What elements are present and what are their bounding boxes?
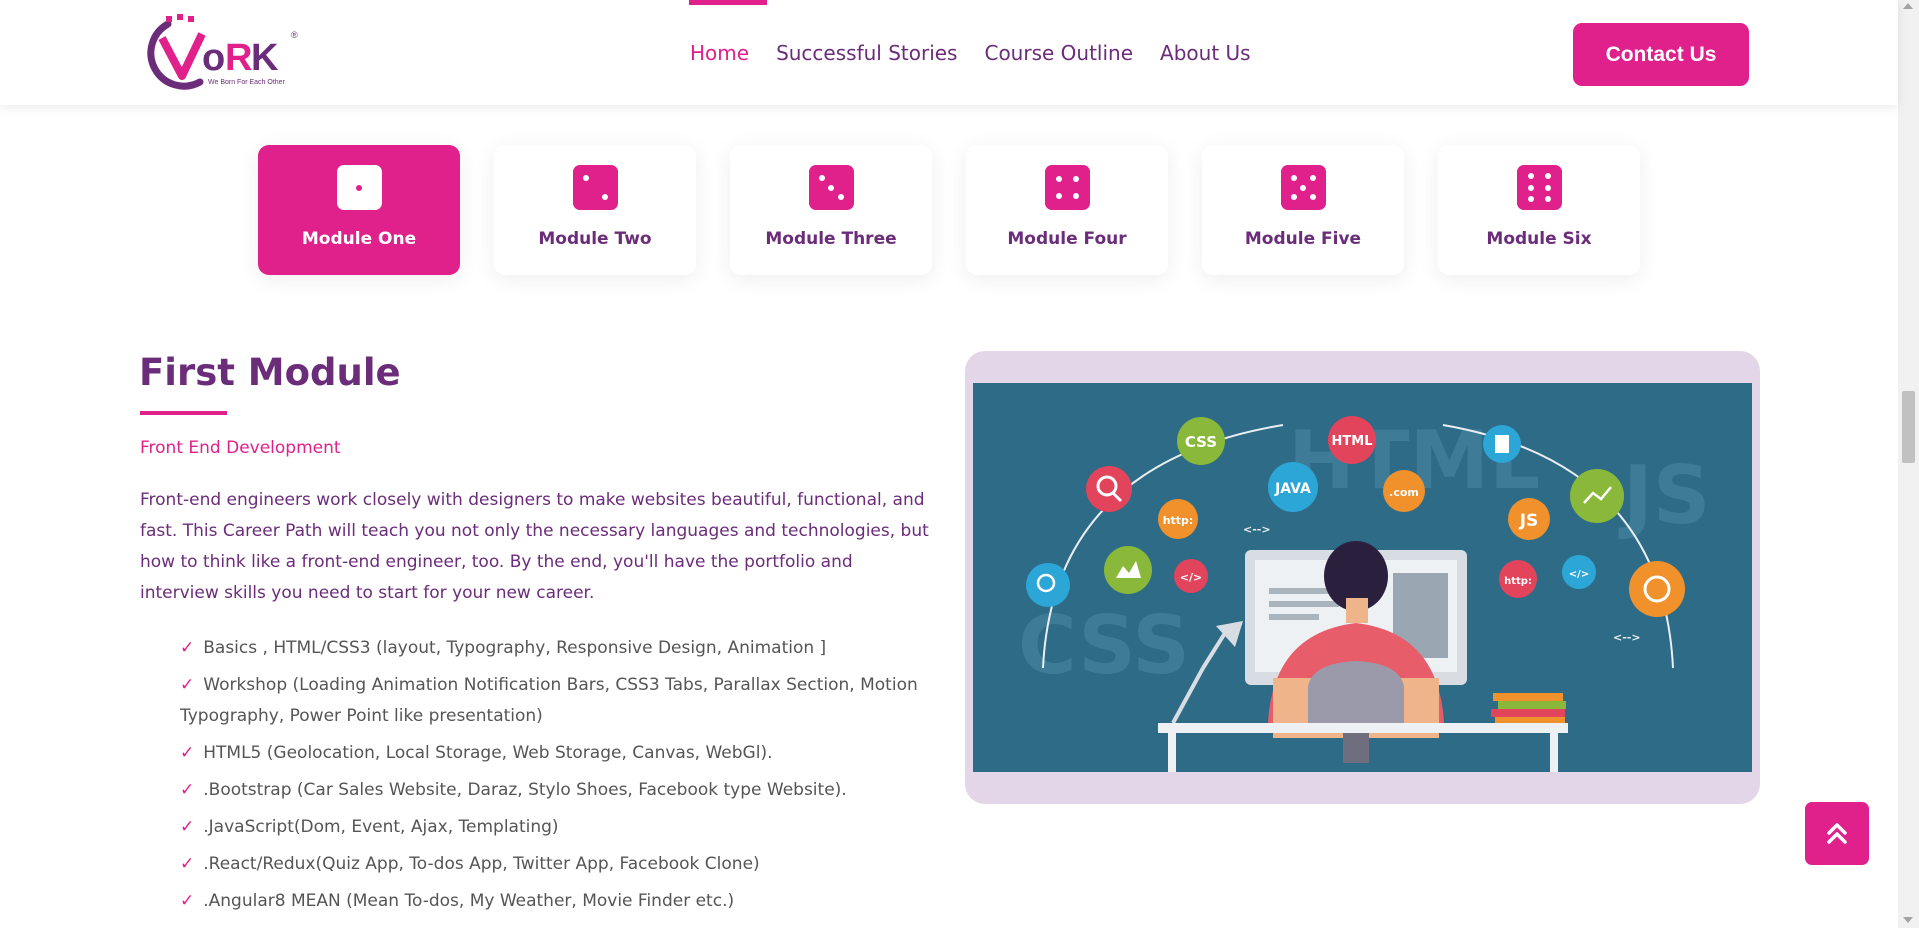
module-subtitle: Front End Development xyxy=(140,438,341,458)
topic-list: ✓ Basics , HTML/CSS3 (layout, Typography,… xyxy=(180,633,920,923)
svg-text:.com: .com xyxy=(1389,486,1419,499)
tab-module-two[interactable]: Module Two xyxy=(494,145,696,275)
dice-one-icon xyxy=(336,165,382,210)
scroll-down-arrow-icon[interactable] xyxy=(1903,917,1913,923)
module-label: Module Three xyxy=(765,229,897,249)
svg-text:CSS: CSS xyxy=(1185,433,1217,451)
check-icon: ✓ xyxy=(180,675,195,695)
svg-text:We Born For Each Other: We Born For Each Other xyxy=(208,79,286,86)
svg-text:<-->: <--> xyxy=(1613,631,1641,644)
svg-text:®: ® xyxy=(291,30,298,40)
svg-text:JAVA: JAVA xyxy=(1274,481,1311,497)
svg-text:<-->: <--> xyxy=(1243,523,1271,536)
nav-course-outline[interactable]: Course Outline xyxy=(984,41,1133,65)
check-icon: ✓ xyxy=(180,817,195,837)
double-chevron-up-icon xyxy=(1827,822,1847,844)
tab-module-one[interactable]: Module One xyxy=(258,145,460,275)
tab-module-four[interactable]: Module Four xyxy=(966,145,1168,275)
page-scrollbar[interactable] xyxy=(1898,0,1919,928)
main-nav: Home Successful Stories Course Outline A… xyxy=(690,0,1251,105)
dice-five-icon xyxy=(1280,165,1326,210)
svg-text:</>: </> xyxy=(1569,569,1589,580)
tab-module-three[interactable]: Module Three xyxy=(730,145,932,275)
svg-text:CSS: CSS xyxy=(1018,599,1190,692)
svg-text:HTML: HTML xyxy=(1332,434,1373,449)
nav-successful-stories[interactable]: Successful Stories xyxy=(776,41,957,65)
module-label: Module Four xyxy=(1007,229,1127,249)
svg-text:http:: http: xyxy=(1504,576,1532,587)
svg-text:R: R xyxy=(225,37,252,79)
logo-graphic: o R K ® We Born For Each Other xyxy=(147,14,298,90)
title-underline xyxy=(140,411,227,415)
module-label: Module Five xyxy=(1244,229,1362,249)
svg-text:</>: </> xyxy=(1180,571,1202,584)
list-item: ✓ .React/Redux(Quiz App, To-dos App, Twit… xyxy=(180,854,760,874)
svg-text:K: K xyxy=(251,37,279,79)
illustration-card: HTML CSS JS CSS HTML JAVA .com http: </>… xyxy=(965,351,1760,804)
check-icon: ✓ xyxy=(180,854,195,874)
contact-us-button[interactable]: Contact Us xyxy=(1573,23,1749,86)
tab-module-six[interactable]: Module Six xyxy=(1438,145,1640,275)
list-item: ✓ .Angular8 MEAN (Mean To-dos, My Weather… xyxy=(180,891,735,911)
list-item: ✓ Workshop (Loading Animation Notificatio… xyxy=(180,675,918,726)
dice-four-icon xyxy=(1044,165,1090,210)
module-description: Front-end engineers work closely with de… xyxy=(140,490,929,603)
dice-three-icon xyxy=(808,165,854,210)
list-item: ✓ .Bootstrap (Car Sales Website, Daraz, S… xyxy=(180,780,847,800)
site-header: o R K ® We Born For Each Other Home Succ… xyxy=(0,0,1898,105)
module-tabs: Module One Module Two Module Three Modul… xyxy=(258,145,1640,275)
front-end-illustration: HTML CSS JS CSS HTML JAVA .com http: </>… xyxy=(973,383,1752,772)
nav-about-us[interactable]: About Us xyxy=(1160,41,1251,65)
module-title: First Module xyxy=(139,351,401,394)
nav-home[interactable]: Home xyxy=(690,41,749,65)
check-icon: ✓ xyxy=(180,638,195,658)
back-to-top-button[interactable] xyxy=(1805,802,1869,865)
list-item: ✓ .JavaScript(Dom, Event, Ajax, Templatin… xyxy=(180,817,559,837)
brand-logo[interactable]: o R K ® We Born For Each Other xyxy=(140,12,310,94)
svg-text:o: o xyxy=(202,37,225,79)
svg-text:JS: JS xyxy=(1618,449,1710,542)
svg-text:http:: http: xyxy=(1163,514,1194,527)
check-icon: ✓ xyxy=(180,780,195,800)
scrollbar-thumb[interactable] xyxy=(1902,391,1915,463)
scroll-up-arrow-icon[interactable] xyxy=(1903,3,1913,9)
module-label: Module Six xyxy=(1486,229,1592,249)
svg-text:JS: JS xyxy=(1519,511,1539,531)
module-label: Module One xyxy=(301,229,417,249)
module-label: Module Two xyxy=(538,229,652,249)
check-icon: ✓ xyxy=(180,891,195,911)
check-icon: ✓ xyxy=(180,743,195,763)
dice-two-icon xyxy=(572,165,618,210)
list-item: ✓ Basics , HTML/CSS3 (layout, Typography,… xyxy=(180,638,827,658)
list-item: ✓ HTML5 (Geolocation, Local Storage, Web … xyxy=(180,743,773,763)
tab-module-five[interactable]: Module Five xyxy=(1202,145,1404,275)
developer-illustration: HTML CSS JS CSS HTML JAVA .com http: </>… xyxy=(973,383,1752,772)
dice-six-icon xyxy=(1516,165,1562,210)
